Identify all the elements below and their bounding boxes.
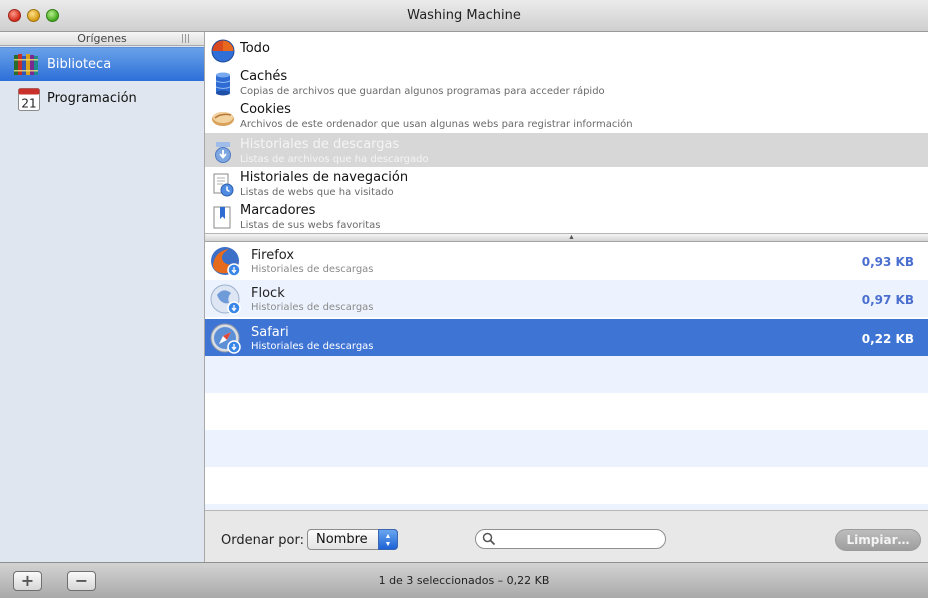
calendar-icon: 21: [18, 88, 40, 111]
sort-popup-value: Nombre: [316, 532, 368, 547]
category-title: Todo: [240, 41, 270, 56]
sidebar-item-biblioteca[interactable]: Biblioteca: [0, 47, 204, 81]
empty-row: [205, 356, 928, 393]
sort-popup[interactable]: Nombre ▲ ▼: [307, 529, 398, 550]
flock-icon: [210, 284, 241, 315]
empty-row: [205, 430, 928, 467]
browser-size: 0,22 KB: [861, 332, 914, 346]
browser-size: 0,97 KB: [861, 293, 914, 307]
sidebar-item-label: Biblioteca: [47, 57, 112, 72]
browser-name: Firefox: [251, 248, 295, 263]
category-list: Todo Cachés Copias de archivos que guard…: [205, 32, 928, 233]
empty-row: [205, 393, 928, 430]
sidebar-item-programacion[interactable]: 21 Programación: [0, 82, 204, 116]
cookie-icon: [212, 112, 234, 126]
download-history-icon: [215, 142, 231, 163]
sidebar-header-label: Orígenes: [77, 32, 127, 45]
browser-name: Safari: [251, 325, 289, 340]
sort-label: Ordenar por:: [221, 533, 304, 548]
column-resize-grip-icon[interactable]: [182, 34, 190, 43]
window-title: Washing Machine: [407, 8, 521, 23]
category-subtitle: Listas de archivos que ha descargado: [240, 154, 429, 165]
firefox-icon: [211, 247, 241, 277]
sidebar-header[interactable]: Orígenes: [0, 32, 204, 46]
browser-row-firefox[interactable]: Firefox Historiales de descargas 0,93 KB: [205, 242, 928, 279]
category-title: Marcadores: [240, 203, 316, 218]
category-title: Historiales de navegación: [240, 170, 409, 185]
category-title: Cachés: [240, 69, 288, 84]
magnifier-icon: [482, 532, 496, 546]
empty-row: [205, 467, 928, 504]
safari-icon: [210, 323, 241, 354]
category-item-cookies[interactable]: Cookies Archivos de este ordenador que u…: [205, 98, 928, 132]
database-icon: [215, 72, 231, 96]
popup-arrows-icon: ▲ ▼: [378, 529, 398, 550]
browsing-history-icon: [213, 173, 234, 197]
category-item-todo[interactable]: Todo: [205, 32, 928, 66]
sidebar-item-label: Programación: [47, 91, 137, 106]
bottom-bar: + − 1 de 3 seleccionados – 0,22 KB: [0, 562, 928, 598]
category-item-caches[interactable]: Cachés Copias de archivos que guardan al…: [205, 65, 928, 99]
library-books-icon: [14, 54, 38, 75]
category-item-historiales-navegacion[interactable]: Historiales de navegación Listas de webs…: [205, 166, 928, 200]
browser-subtitle: Historiales de descargas: [251, 302, 374, 313]
collapse-arrow-icon: ▲: [568, 234, 575, 241]
category-subtitle: Archivos de este ordenador que usan algu…: [240, 119, 633, 130]
category-subtitle: Listas de sus webs favoritas: [240, 220, 381, 231]
category-title: Cookies: [240, 102, 291, 117]
category-item-historiales-descargas[interactable]: Historiales de descargas Listas de archi…: [205, 133, 928, 167]
category-subtitle: Copias de archivos que guardan algunos p…: [240, 86, 605, 97]
calendar-day: 21: [21, 97, 36, 111]
title-bar[interactable]: Washing Machine: [0, 0, 928, 32]
clear-button[interactable]: Limpiar…: [835, 529, 921, 551]
browser-subtitle: Historiales de descargas: [251, 264, 374, 275]
all-sphere-icon: [211, 39, 235, 63]
bookmark-icon: [213, 206, 231, 229]
browser-size: 0,93 KB: [861, 255, 914, 269]
app-window: Washing Machine Orígenes Biblioteca 21 P…: [0, 0, 928, 598]
list-controls: Ordenar por: Nombre ▲ ▼ Limpiar…: [205, 510, 928, 562]
browser-subtitle: Historiales de descargas: [251, 341, 374, 352]
clear-button-label: Limpiar…: [846, 533, 910, 547]
browser-list: Firefox Historiales de descargas 0,93 KB…: [205, 242, 928, 510]
category-item-marcadores[interactable]: Marcadores Listas de sus webs favoritas: [205, 199, 928, 233]
browser-name: Flock: [251, 286, 285, 301]
search-field[interactable]: [475, 529, 666, 549]
category-title: Historiales de descargas: [240, 137, 400, 152]
category-subtitle: Listas de webs que ha visitado: [240, 187, 394, 198]
status-text: 1 de 3 seleccionados – 0,22 KB: [378, 574, 550, 587]
pane-splitter[interactable]: ▲: [205, 233, 928, 242]
browser-row-safari[interactable]: Safari Historiales de descargas 0,22 KB: [205, 319, 928, 356]
browser-row-flock[interactable]: Flock Historiales de descargas 0,97 KB: [205, 280, 928, 317]
sources-sidebar: Orígenes Biblioteca 21 Programación: [0, 32, 205, 562]
